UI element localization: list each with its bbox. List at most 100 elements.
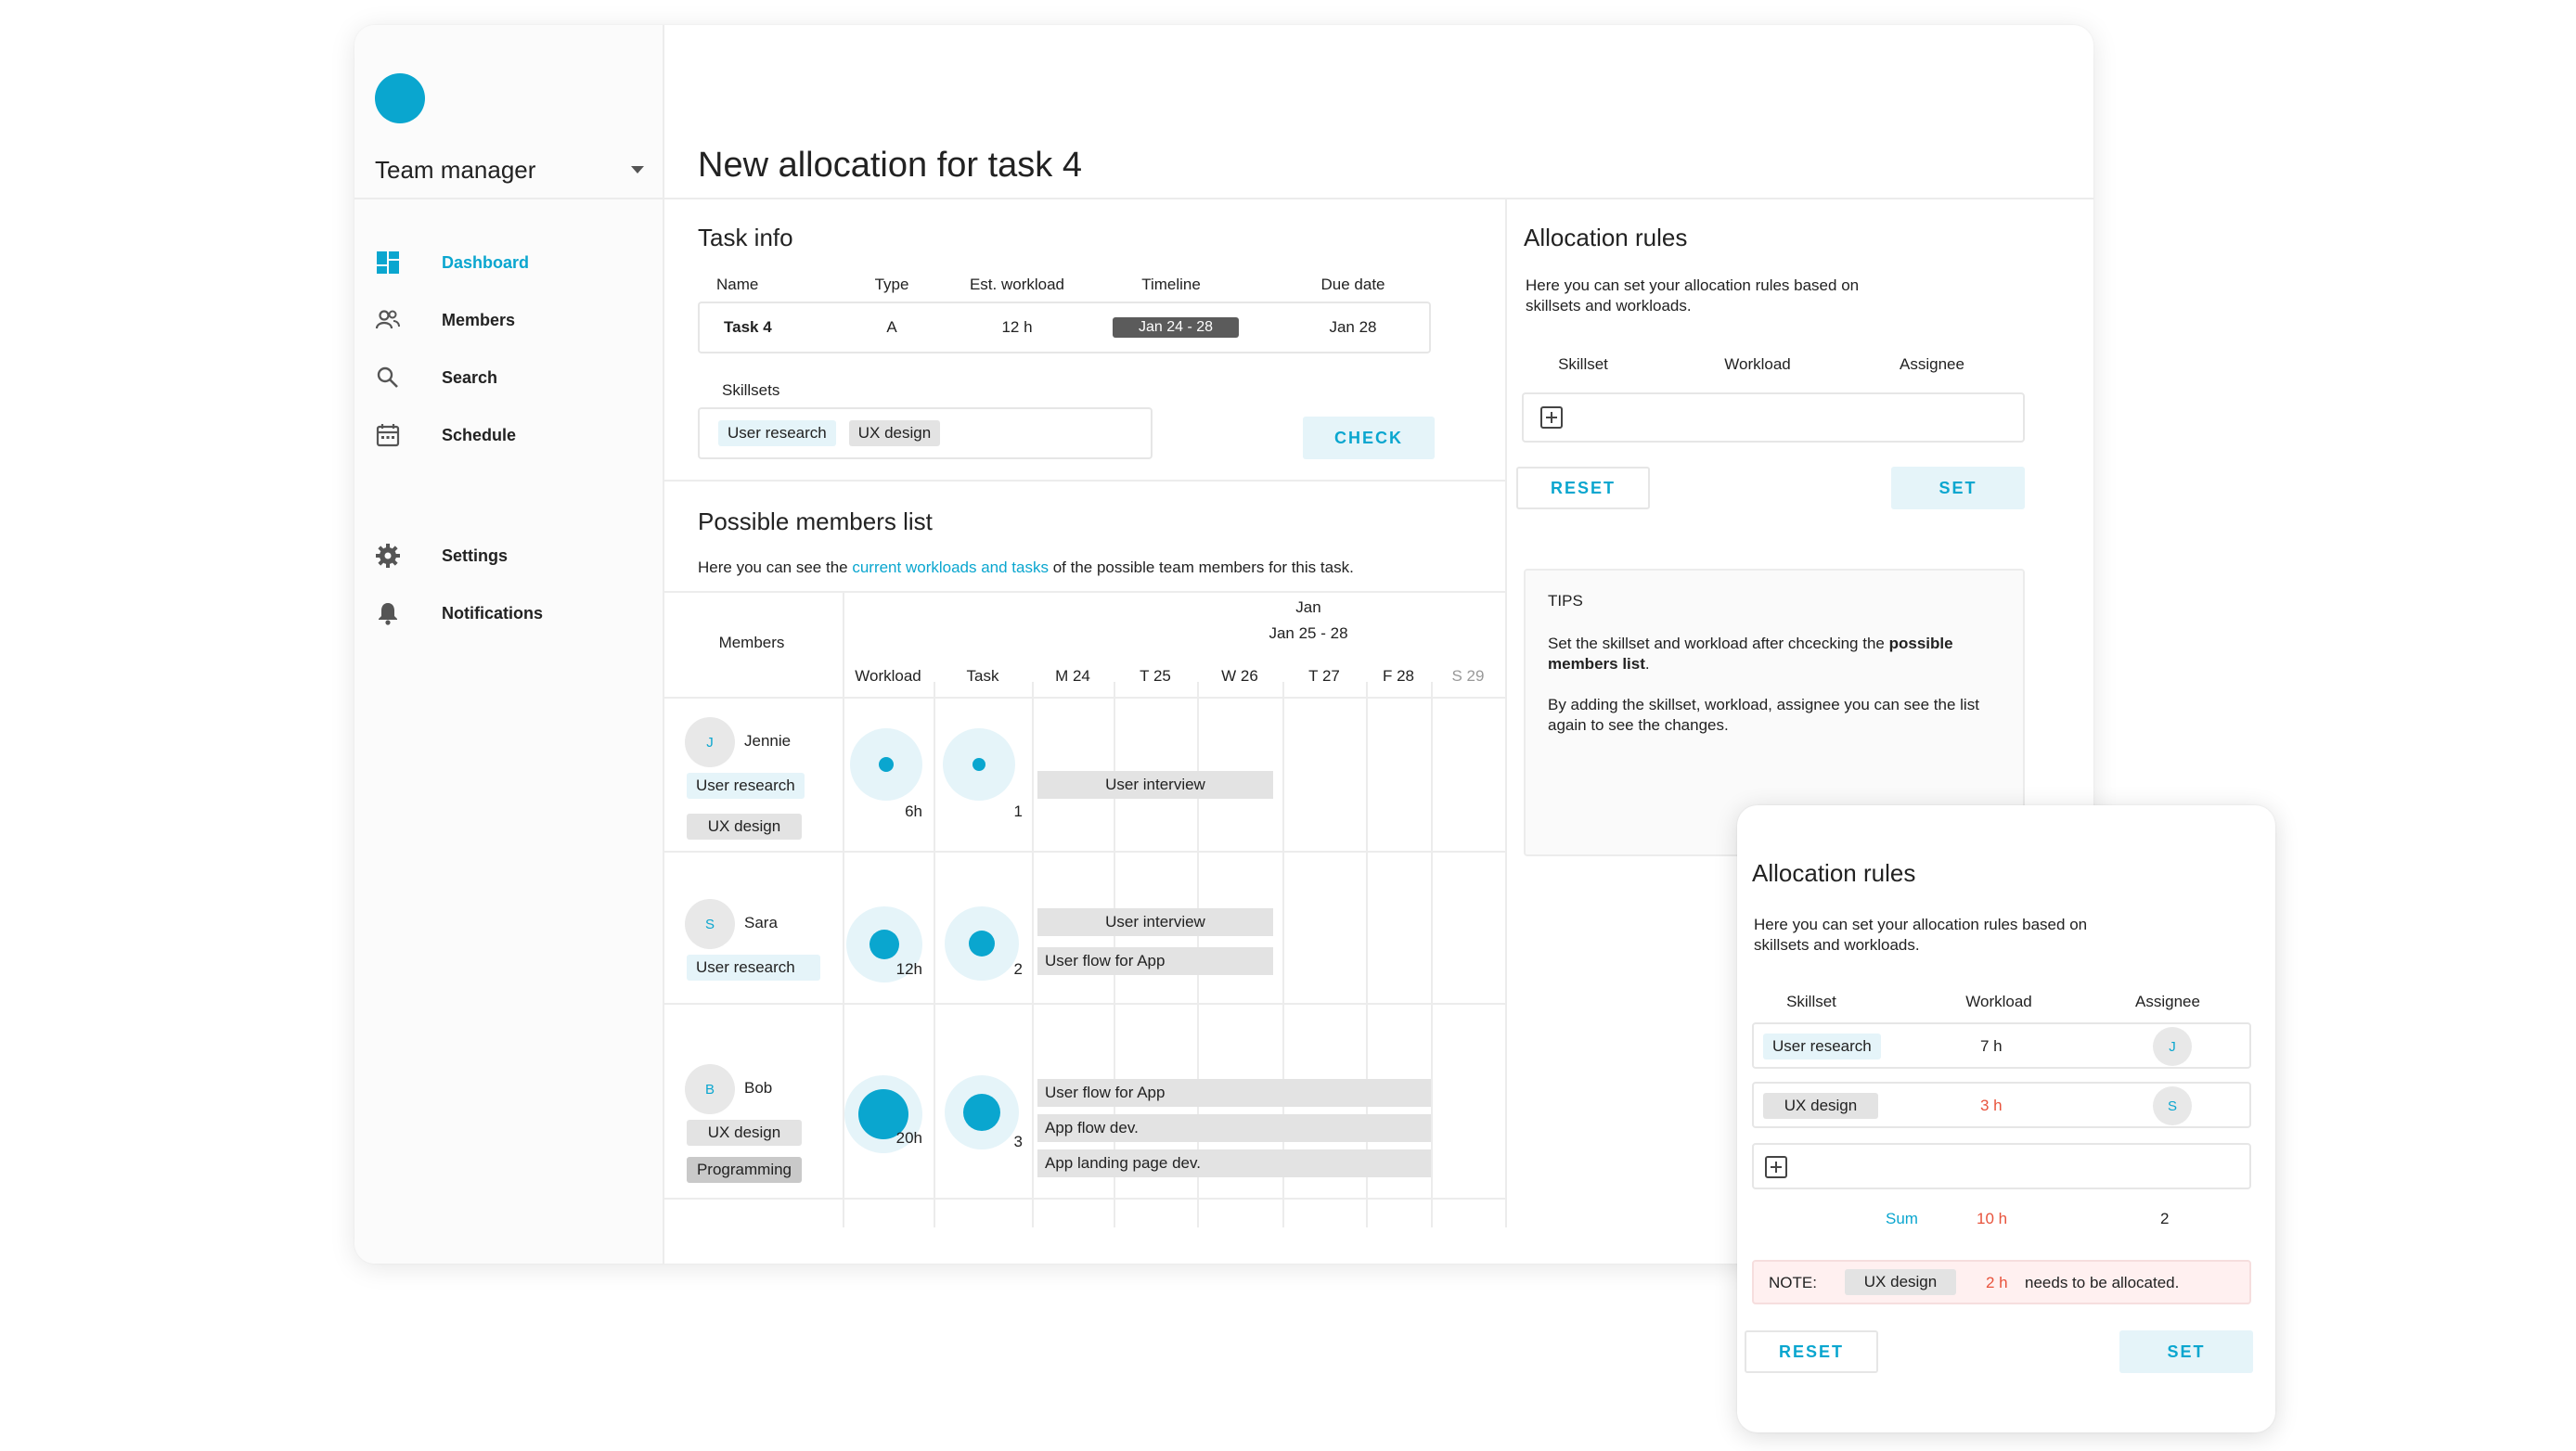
task-row: Task 4 A 12 h Jan 24 - 28 Jan 28 <box>698 302 1431 353</box>
page-title: New allocation for task 4 <box>698 146 1082 185</box>
sidebar-item-notifications[interactable]: Notifications <box>375 595 543 632</box>
divider <box>1032 682 1034 1227</box>
day-header: W 26 <box>1221 667 1258 685</box>
reset-button[interactable]: RESET <box>1745 1330 1878 1373</box>
column-header: Timeline <box>1141 276 1201 293</box>
skill-chip: User research <box>687 773 805 799</box>
description-text: Here you can see the <box>698 559 853 576</box>
column-header: Name <box>716 276 759 293</box>
task-name: Task 4 <box>724 318 772 336</box>
gear-icon <box>375 543 401 569</box>
day-header: T 25 <box>1140 667 1171 685</box>
divider <box>843 591 844 1227</box>
rule-row[interactable]: User research 7 h J <box>1752 1022 2251 1069</box>
tips-text-part: Set the skillset and workload after chce… <box>1548 635 1889 652</box>
set-button[interactable]: SET <box>1891 467 2025 509</box>
tips-text-part: . <box>1644 655 1650 673</box>
skill-chip: UX design <box>687 814 802 840</box>
members-list-description: Here you can see the current workloads a… <box>698 559 1354 577</box>
allocation-rules-title: Allocation rules <box>1524 224 1688 251</box>
divider <box>934 682 935 1227</box>
members-column-header: Members <box>718 634 785 651</box>
sidebar-item-label: Schedule <box>442 425 517 444</box>
set-button[interactable]: SET <box>2119 1330 2253 1373</box>
sidebar-item-search[interactable]: Search <box>375 359 497 396</box>
divider <box>1282 682 1284 1227</box>
sum-workload: 10 h <box>1977 1210 2008 1227</box>
skillsets-field[interactable]: User research UX design <box>698 407 1153 459</box>
column-header: Workload <box>1724 355 1791 373</box>
tips-text: Set the skillset and workload after chce… <box>1548 634 2001 674</box>
day-header: M 24 <box>1055 667 1090 685</box>
team-selector[interactable]: Team manager <box>375 151 644 188</box>
tips-title: TIPS <box>1548 592 1583 610</box>
task-bar[interactable]: App landing page dev. <box>1037 1149 1431 1177</box>
plus-icon[interactable] <box>1765 1156 1787 1178</box>
task-bar[interactable]: App flow dev. <box>1037 1114 1431 1142</box>
add-rule-row[interactable] <box>1522 392 2025 443</box>
description-text: of the possible team members for this ta… <box>1048 559 1354 576</box>
sidebar-item-label: Members <box>442 310 516 329</box>
column-header: Workload <box>1965 993 2032 1010</box>
skill-chip: User research <box>1763 1034 1881 1059</box>
sidebar-item-label: Settings <box>442 546 509 565</box>
task-count-value: 1 <box>1013 803 1023 820</box>
workload-column-header: Workload <box>855 667 921 685</box>
sum-assignees: 2 <box>2160 1210 2170 1227</box>
task-count-value: 3 <box>1013 1133 1023 1150</box>
logo <box>375 73 425 123</box>
member-name: Sara <box>744 914 778 931</box>
member-name: Jennie <box>744 732 792 750</box>
members-icon <box>375 307 401 333</box>
plus-icon[interactable] <box>1540 406 1563 429</box>
note-label: NOTE: <box>1769 1274 1817 1291</box>
reset-button[interactable]: RESET <box>1516 467 1650 509</box>
assignee-avatar[interactable]: S <box>2153 1086 2192 1125</box>
divider <box>664 198 2093 199</box>
workload-value: 20h <box>895 1129 922 1147</box>
task-bar[interactable]: User flow for App <box>1037 947 1273 975</box>
members-list-title: Possible members list <box>698 507 933 535</box>
avatar: B <box>685 1064 735 1114</box>
divider <box>664 591 1505 593</box>
skill-chip: UX design <box>1763 1093 1878 1119</box>
calendar-icon <box>375 422 401 448</box>
divider <box>664 480 1505 482</box>
task-info-title: Task info <box>698 224 793 251</box>
divider <box>664 851 1505 853</box>
task-type: A <box>886 318 897 336</box>
divider <box>1505 199 1507 1227</box>
add-rule-row[interactable] <box>1752 1143 2251 1189</box>
task-bar[interactable]: User flow for App <box>1037 1079 1431 1107</box>
avatar: S <box>685 899 735 949</box>
chevron-down-icon <box>631 166 644 173</box>
column-header: Skillset <box>1558 355 1608 373</box>
task-count-indicator <box>943 728 1015 801</box>
task-bar[interactable]: User interview <box>1037 908 1273 936</box>
skill-chip: UX design <box>848 420 941 446</box>
sidebar-item-settings[interactable]: Settings <box>375 537 508 574</box>
skillsets-label: Skillsets <box>722 381 780 399</box>
skill-chip: UX design <box>1845 1269 1956 1295</box>
assignee-avatar[interactable]: J <box>2153 1027 2192 1066</box>
divider <box>1431 682 1433 1227</box>
column-header: Assignee <box>1900 355 1964 373</box>
task-due-date: Jan 28 <box>1329 318 1377 336</box>
bell-icon <box>375 600 401 626</box>
column-header: Due date <box>1320 276 1385 293</box>
day-header: S 29 <box>1451 667 1485 685</box>
sidebar-item-schedule[interactable]: Schedule <box>375 417 516 454</box>
column-header: Est. workload <box>969 276 1065 293</box>
sidebar-item-dashboard[interactable]: Dashboard <box>375 244 529 281</box>
note-text: needs to be allocated. <box>2025 1274 2180 1291</box>
workloads-link[interactable]: current workloads and tasks <box>852 559 1049 576</box>
allocation-rules-description: Here you can set your allocation rules b… <box>1526 276 1860 315</box>
task-bar[interactable]: User interview <box>1037 771 1273 799</box>
sidebar-item-members[interactable]: Members <box>375 302 515 339</box>
sidebar-item-label: Notifications <box>442 603 544 623</box>
check-button[interactable]: CHECK <box>1303 417 1435 459</box>
divider <box>664 1003 1505 1005</box>
workload-value: 12h <box>895 960 922 978</box>
rule-row[interactable]: UX design 3 h S <box>1752 1082 2251 1128</box>
rule-workload: 7 h <box>1980 1037 2003 1055</box>
